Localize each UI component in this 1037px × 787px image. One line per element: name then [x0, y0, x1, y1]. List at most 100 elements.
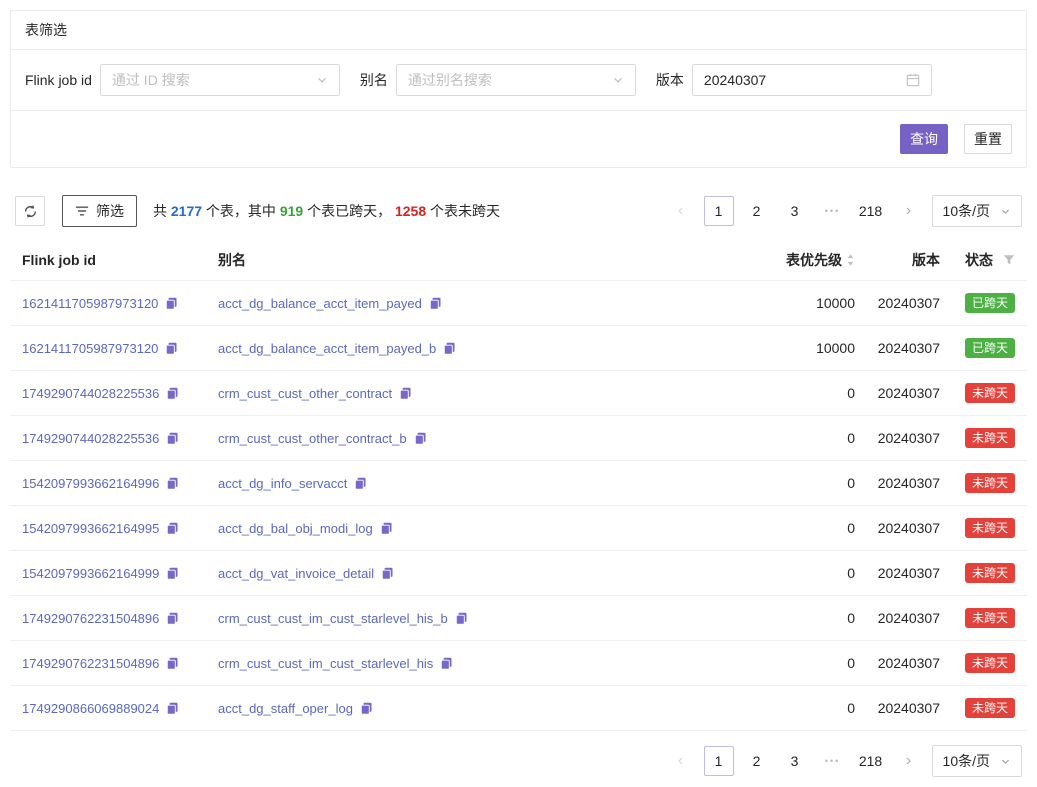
flink-job-id-link[interactable]: 1542097993662164996 — [22, 476, 159, 491]
refresh-button[interactable] — [15, 196, 45, 226]
summary-part: 个表，其中 — [202, 203, 280, 219]
next-page-button[interactable]: › — [894, 196, 924, 226]
copy-icon[interactable] — [166, 477, 179, 490]
copy-icon[interactable] — [440, 657, 453, 670]
page-button-1[interactable]: 1 — [704, 196, 734, 226]
filter-panel-title: 表筛选 — [25, 22, 67, 38]
flink-job-id-link[interactable]: 1621411705987973120 — [22, 296, 158, 311]
version-cell: 20240307 — [855, 520, 940, 536]
query-button[interactable]: 查询 — [900, 124, 948, 154]
chevron-down-icon — [612, 74, 624, 86]
alias-link[interactable]: acct_dg_balance_acct_item_payed_b — [218, 341, 436, 356]
copy-icon[interactable] — [166, 387, 179, 400]
copy-icon[interactable] — [165, 342, 178, 355]
caret-up-down-icon[interactable] — [846, 253, 855, 267]
next-page-button[interactable]: › — [894, 746, 924, 776]
alias-cell: crm_cust_cust_im_cust_starlevel_his_b — [218, 611, 735, 626]
status-badge: 未跨天 — [965, 563, 1015, 583]
flink-job-id-cell: 1621411705987973120 — [22, 341, 218, 356]
status-badge: 未跨天 — [965, 698, 1015, 718]
filter-toggle-button[interactable]: 筛选 — [62, 195, 137, 227]
copy-icon[interactable] — [455, 612, 468, 625]
copy-icon[interactable] — [443, 342, 456, 355]
table-row: 1749290762231504896 crm_cust_cust_im_cus… — [10, 596, 1027, 641]
page-ellipsis[interactable]: ••• — [818, 196, 848, 226]
status-badge: 未跨天 — [965, 518, 1015, 538]
column-title: 版本 — [912, 250, 940, 270]
flink-job-id-link[interactable]: 1621411705987973120 — [22, 341, 158, 356]
page-size-value: 10条/页 — [943, 201, 990, 221]
prev-page-button[interactable]: ‹ — [666, 196, 696, 226]
page-size-select[interactable]: 10条/页 — [932, 195, 1022, 227]
page-button-2[interactable]: 2 — [742, 746, 772, 776]
copy-icon[interactable] — [166, 702, 179, 715]
status-cell: 未跨天 — [940, 473, 1015, 493]
column-header-flink-job-id: Flink job id — [22, 252, 218, 268]
alias-link[interactable]: acct_dg_staff_oper_log — [218, 701, 353, 716]
copy-icon[interactable] — [414, 432, 427, 445]
flink-job-id-link[interactable]: 1542097993662164995 — [22, 521, 159, 536]
page-button-3[interactable]: 3 — [780, 196, 810, 226]
alias-link[interactable]: acct_dg_info_servacct — [218, 476, 347, 491]
page-size-value: 10条/页 — [943, 751, 990, 771]
copy-icon[interactable] — [166, 522, 179, 535]
copy-icon[interactable] — [399, 387, 412, 400]
flink-job-id-link[interactable]: 1749290762231504896 — [22, 656, 159, 671]
alias-link[interactable]: crm_cust_cust_other_contract — [218, 386, 392, 401]
status-cell: 未跨天 — [940, 653, 1015, 673]
flink-job-id-link[interactable]: 1749290762231504896 — [22, 611, 159, 626]
page-button-2[interactable]: 2 — [742, 196, 772, 226]
summary-part: 个表已跨天， — [303, 203, 395, 219]
copy-icon[interactable] — [166, 612, 179, 625]
version-field: 版本 20240307 — [656, 64, 932, 96]
page: 表筛选 Flink job id 通过 ID 搜索 别名 通过别名搜索 版本 — [0, 0, 1037, 787]
column-header-priority[interactable]: 表优先级 — [735, 250, 855, 270]
flink-job-id-link[interactable]: 1749290744028225536 — [22, 386, 159, 401]
sync-icon — [23, 204, 38, 219]
flink-job-id-link[interactable]: 1749290744028225536 — [22, 431, 159, 446]
copy-icon[interactable] — [166, 432, 179, 445]
copy-icon[interactable] — [166, 567, 179, 580]
page-ellipsis[interactable]: ••• — [818, 746, 848, 776]
status-badge: 未跨天 — [965, 428, 1015, 448]
alias-link[interactable]: crm_cust_cust_im_cust_starlevel_his — [218, 656, 433, 671]
priority-cell: 0 — [735, 565, 855, 581]
alias-label: 别名 — [360, 70, 388, 90]
summary-text: 共 2177 个表，其中 919 个表已跨天， 1258 个表未跨天 — [153, 201, 500, 221]
alias-link[interactable]: acct_dg_bal_obj_modi_log — [218, 521, 373, 536]
copy-icon[interactable] — [166, 657, 179, 670]
copy-icon[interactable] — [429, 297, 442, 310]
page-button-last[interactable]: 218 — [856, 746, 886, 776]
flink-job-id-cell: 1542097993662164996 — [22, 476, 218, 491]
copy-icon[interactable] — [380, 522, 393, 535]
copy-icon[interactable] — [354, 477, 367, 490]
column-title: 别名 — [218, 250, 246, 270]
alias-link[interactable]: crm_cust_cust_im_cust_starlevel_his_b — [218, 611, 448, 626]
priority-cell: 10000 — [735, 295, 855, 311]
version-date-input[interactable]: 20240307 — [692, 64, 932, 96]
flink-job-id-cell: 1749290744028225536 — [22, 431, 218, 446]
version-cell: 20240307 — [855, 610, 940, 626]
prev-page-button[interactable]: ‹ — [666, 746, 696, 776]
alias-link[interactable]: acct_dg_vat_invoice_detail — [218, 566, 374, 581]
copy-icon[interactable] — [165, 297, 178, 310]
funnel-icon[interactable] — [1003, 254, 1015, 266]
copy-icon[interactable] — [381, 567, 394, 580]
flink-job-id-link[interactable]: 1542097993662164999 — [22, 566, 159, 581]
flink-job-id-link[interactable]: 1749290866069889024 — [22, 701, 159, 716]
reset-button[interactable]: 重置 — [964, 124, 1012, 154]
table-row: 1621411705987973120 acct_dg_balance_acct… — [10, 326, 1027, 371]
alias-select[interactable]: 通过别名搜索 — [396, 64, 636, 96]
page-button-last[interactable]: 218 — [856, 196, 886, 226]
page-button-1[interactable]: 1 — [704, 746, 734, 776]
copy-icon[interactable] — [360, 702, 373, 715]
alias-link[interactable]: crm_cust_cust_other_contract_b — [218, 431, 407, 446]
table-row: 1749290866069889024 acct_dg_staff_oper_l… — [10, 686, 1027, 731]
flink-job-id-cell: 1542097993662164995 — [22, 521, 218, 536]
flink-job-id-select[interactable]: 通过 ID 搜索 — [100, 64, 340, 96]
alias-link[interactable]: acct_dg_balance_acct_item_payed — [218, 296, 422, 311]
page-size-select[interactable]: 10条/页 — [932, 745, 1022, 777]
priority-cell: 0 — [735, 700, 855, 716]
filter-panel-header: 表筛选 — [11, 11, 1026, 50]
page-button-3[interactable]: 3 — [780, 746, 810, 776]
